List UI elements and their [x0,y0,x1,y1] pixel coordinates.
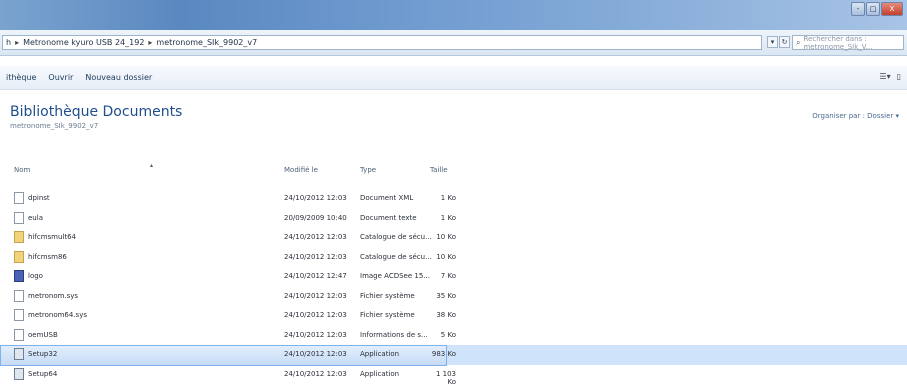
file-date: 20/09/2009 10:40 [284,213,347,222]
file-name: oemUSB [28,330,58,339]
file-type: Document XML [360,194,414,202]
file-size: 7 Ko [440,272,456,280]
breadcrumb-item[interactable]: h [6,38,11,47]
file-date: 24/10/2012 12:03 [284,291,347,300]
file-date: 24/10/2012 12:03 [284,233,347,241]
file-name: logo [28,272,43,280]
address-bar[interactable]: h ▸ Metronome kyuro USB 24_192 ▸ metrono… [2,35,762,50]
file-size: 1 Ko [440,194,456,202]
file-date: 24/10/2012 12:03 [284,350,347,358]
breadcrumb-item[interactable]: metronome_SIk_9902_v7 [156,38,257,47]
command-bar: ithèque Ouvrir Nouveau dossier ☰▾ ▯ [0,66,907,90]
file-name: eula [28,213,43,222]
breadcrumb-separator-icon[interactable]: ▸ [15,38,19,47]
address-row: h ▸ Metronome kyuro USB 24_192 ▸ metrono… [0,30,907,56]
system-file-icon [14,309,24,321]
document-icon [14,192,24,204]
setup-info-icon [14,328,24,341]
file-type: Catalogue de sécu... [360,252,432,261]
file-date: 24/10/2012 12:03 [284,369,347,378]
library-path: metronome_SIk_9902_v7 [10,122,99,130]
breadcrumb-separator-icon[interactable]: ▸ [148,38,152,47]
sort-arrow-icon: ▴ [150,162,154,169]
application-icon [14,348,24,360]
text-file-icon [14,211,24,224]
file-row[interactable]: hifcmsmult64 24/10/2012 12:03 Catalogue … [0,228,907,248]
file-name: Setup64 [28,369,58,378]
file-size: 35 Ko [436,291,456,300]
file-date: 24/10/2012 12:03 [284,252,347,261]
file-list: dpinst 24/10/2012 12:03 Document XML 1 K… [0,189,907,386]
file-row[interactable]: logo 24/10/2012 12:47 Image ACDSee 15...… [0,267,907,287]
file-row[interactable]: eula 20/09/2009 10:40 Document texte 1 K… [0,209,907,229]
minimize-button[interactable]: - [851,2,865,16]
arrange-by-dropdown[interactable]: Organiser par : Dossier ▾ [812,112,899,120]
file-row[interactable]: Setup64 24/10/2012 12:03 Application 1 1… [0,365,907,386]
close-button[interactable]: X [881,2,903,16]
catalog-icon [14,250,24,263]
file-type: Catalogue de sécu... [360,233,432,241]
catalog-icon [14,231,24,243]
file-row[interactable]: hifcmsm86 24/10/2012 12:03 Catalogue de … [0,248,907,268]
file-type: Application [360,350,400,358]
file-date: 24/10/2012 12:03 [284,311,347,319]
address-nav: ▾ ↻ [767,36,790,48]
file-size: 10 Ko [436,233,456,241]
column-header-type[interactable]: Type [360,166,376,174]
column-headers: Nom ▴ Modifié le Type Taille [0,162,907,180]
system-file-icon [14,289,24,302]
search-icon: ⌕ [796,37,801,47]
file-name: metronom64.sys [28,311,87,319]
library-title: Bibliothèque Documents [10,104,183,120]
file-date: 24/10/2012 12:47 [284,272,347,280]
file-size: 38 Ko [436,311,456,319]
file-size: 1 Ko [440,213,456,222]
toolbar-new-folder-button[interactable]: Nouveau dossier [79,73,158,82]
file-type: Document texte [360,213,417,222]
title-bar: - □ X [0,0,907,30]
column-header-size[interactable]: Taille [430,166,448,174]
toolbar-library-button[interactable]: ithèque [0,73,42,82]
column-header-name[interactable]: Nom [14,166,30,174]
refresh-icon[interactable]: ↻ [779,36,790,48]
file-date: 24/10/2012 12:03 [284,194,347,202]
file-row[interactable]: metronom64.sys 24/10/2012 12:03 Fichier … [0,306,907,326]
file-name: Setup32 [28,350,58,358]
image-icon [14,270,24,282]
breadcrumb-item[interactable]: Metronome kyuro USB 24_192 [23,38,144,47]
search-placeholder: Rechercher dans : metronome_SIk_V... [803,34,873,51]
preview-pane-icon[interactable]: ▯ [897,72,901,81]
maximize-button[interactable]: □ [866,2,880,16]
window-controls: - □ X [851,2,903,16]
search-input[interactable]: ⌕ Rechercher dans : metronome_SIk_V... [792,34,904,51]
file-type: Informations de s... [360,330,428,339]
toolbar-open-button[interactable]: Ouvrir [42,73,79,82]
column-header-date[interactable]: Modifié le [284,166,318,174]
file-size: 1 103 Ko [435,369,456,386]
file-row[interactable]: metronom.sys 24/10/2012 12:03 Fichier sy… [0,287,907,307]
file-name: hifcmsm86 [28,252,67,261]
file-name: hifcmsmult64 [28,233,77,241]
file-row-selected[interactable]: Setup32 24/10/2012 12:03 Application 983… [0,345,907,366]
file-size: 983 Ko [431,350,456,358]
application-icon [14,367,24,380]
file-type: Application [360,369,400,378]
file-row[interactable]: dpinst 24/10/2012 12:03 Document XML 1 K… [0,189,907,209]
view-icon[interactable]: ☰▾ [879,72,890,81]
view-controls: ☰▾ ▯ [879,72,901,81]
file-row[interactable]: oemUSB 24/10/2012 12:03 Informations de … [0,326,907,346]
library-header: Bibliothèque Documents metronome_SIk_990… [10,104,182,130]
file-size: 10 Ko [436,252,456,261]
file-name: dpinst [28,194,50,202]
file-type: Image ACDSee 15... [360,272,430,280]
file-type: Fichier système [360,291,415,300]
file-type: Fichier système [360,311,415,319]
file-date: 24/10/2012 12:03 [284,330,347,339]
file-size: 5 Ko [440,330,456,339]
file-name: metronom.sys [28,291,79,300]
history-dropdown-icon[interactable]: ▾ [767,36,778,48]
